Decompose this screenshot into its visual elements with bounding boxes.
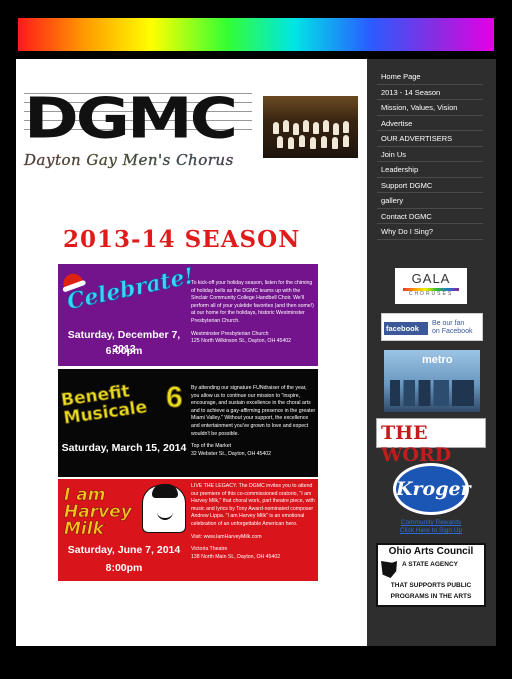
event-visit-link[interactable]: Visit: www.IamHarveyMilk.com <box>191 534 316 542</box>
oac-line-1: A STATE AGENCY <box>402 561 458 568</box>
nav-contact[interactable]: Contact DGMC <box>377 209 483 224</box>
season-title: 2013-14 SEASON <box>63 226 301 253</box>
city-skyline <box>390 380 474 406</box>
ohio-arts-council-badge[interactable]: Ohio Arts Council A STATE AGENCY THAT SU… <box>376 543 486 607</box>
portrait-illustration <box>142 484 186 533</box>
the-word-badge[interactable]: THE WORD <box>376 418 486 466</box>
rainbow-banner <box>18 18 494 51</box>
choir-photo <box>263 96 358 158</box>
metro-name: metro <box>422 354 453 366</box>
facebook-text: Be our fan on Facebook <box>432 320 472 335</box>
oac-title: Ohio Arts Council <box>388 546 474 557</box>
event-headline: Celebrate! <box>64 264 197 316</box>
event-headline: I am Harvey Milk <box>64 485 132 539</box>
event-art: Benefit Musicale 6 Saturday, March 15, 2… <box>58 369 188 477</box>
santa-hat-icon <box>60 270 84 290</box>
nav-advertise[interactable]: Advertise <box>377 116 483 131</box>
oac-lines: THAT SUPPORTS PUBLIC PROGRAMS IN THE ART… <box>380 580 482 602</box>
facebook-logo: facebook <box>384 322 428 335</box>
event-art: I am Harvey Milk Saturday, June 7, 2014 … <box>58 479 188 581</box>
event-panel-benefit[interactable]: Benefit Musicale 6 Saturday, March 15, 2… <box>58 369 318 477</box>
kroger-community-rewards-link[interactable]: Community Rewards Click Here to Sign Up <box>381 519 481 535</box>
dgmc-logo[interactable]: DGMC Dayton Gay Men's Chorus <box>24 89 252 189</box>
event-address: 125 North Wilkinson St., Dayton, OH 4540… <box>191 338 292 345</box>
event-date: Saturday, June 7, 2014 <box>67 544 181 556</box>
main-content: DGMC Dayton Gay Men's Chorus 2013-14 SEA… <box>16 59 367 646</box>
event-description: LIVE THE LEGACY. The DGMC invites you to… <box>191 483 315 527</box>
nav-mission[interactable]: Mission, Values, Vision <box>377 100 483 116</box>
event-description: To kick-off your holiday season, listen … <box>191 280 314 324</box>
event-venue: Top of the Market <box>191 443 232 450</box>
logo-letters: DGMC <box>24 85 238 152</box>
event-details: LIVE THE LEGACY. The DGMC invites you to… <box>191 479 316 581</box>
nav-join-us[interactable]: Join Us <box>377 147 483 162</box>
event-address: 138 North Main St., Dayton, OH 45402 <box>191 553 281 560</box>
ohio-map-icon <box>381 561 397 578</box>
oac-line-3: PROGRAMS IN THE ARTS <box>390 593 472 600</box>
facebook-text-line-2: on Facebook <box>432 327 473 335</box>
word-name: THE WORD <box>381 422 452 466</box>
event-venue: Victoria Theatre <box>191 546 228 553</box>
event-address: 32 Webster St., Dayton, OH 45402 <box>191 450 272 457</box>
event-time: 6:00pm <box>105 345 143 357</box>
nav-our-advertisers[interactable]: OUR ADVERTISERS <box>377 131 483 147</box>
kroger-link-line-2: Click Here to Sign Up <box>399 527 463 534</box>
gala-sub: CHORUSES <box>408 291 454 297</box>
event-details: To kick-off your holiday season, listen … <box>191 264 316 366</box>
sidebar-nav: Home Page 2013 - 14 Season Mission, Valu… <box>377 69 483 240</box>
kroger-name: Kroger <box>396 478 471 500</box>
kroger-link-line-1: Community Rewards <box>400 519 462 526</box>
facebook-fan-badge[interactable]: facebook Be our fan on Facebook <box>381 313 483 341</box>
event-panel-harvey-milk[interactable]: I am Harvey Milk Saturday, June 7, 2014 … <box>58 479 318 581</box>
metro-magazine-badge[interactable]: metro <box>384 350 480 412</box>
event-venue: Westminster Presbyterian Church <box>191 330 269 337</box>
event-description: By attending our signature FUNdraiser of… <box>191 385 316 437</box>
event-number: 6 <box>166 381 184 415</box>
event-details: By attending our signature FUNdraiser of… <box>191 369 316 477</box>
facebook-text-line-1: Be our fan <box>432 320 465 327</box>
nav-gallery[interactable]: gallery <box>377 193 483 209</box>
gala-choruses-badge[interactable]: GALA CHORUSES <box>395 268 467 304</box>
gala-name: GALA <box>411 271 451 286</box>
oac-line-2: THAT SUPPORTS PUBLIC <box>390 582 472 589</box>
event-date: Saturday, March 15, 2014 <box>61 442 187 454</box>
nav-leadership[interactable]: Leadership <box>377 162 483 178</box>
nav-season[interactable]: 2013 - 14 Season <box>377 85 483 100</box>
event-time: 8:00pm <box>105 562 143 574</box>
kroger-logo[interactable]: Kroger <box>393 463 471 515</box>
nav-support[interactable]: Support DGMC <box>377 178 483 193</box>
logo-subtitle: Dayton Gay Men's Chorus <box>24 151 234 169</box>
event-art: Celebrate! Saturday, December 7, 2013 6:… <box>58 264 197 366</box>
event-panel-celebrate[interactable]: Celebrate! Saturday, December 7, 2013 6:… <box>58 264 318 366</box>
sidebar: Home Page 2013 - 14 Season Mission, Valu… <box>367 59 496 646</box>
nav-home-page[interactable]: Home Page <box>377 69 483 85</box>
nav-why-do-i-sing[interactable]: Why Do I Sing? <box>377 224 483 240</box>
